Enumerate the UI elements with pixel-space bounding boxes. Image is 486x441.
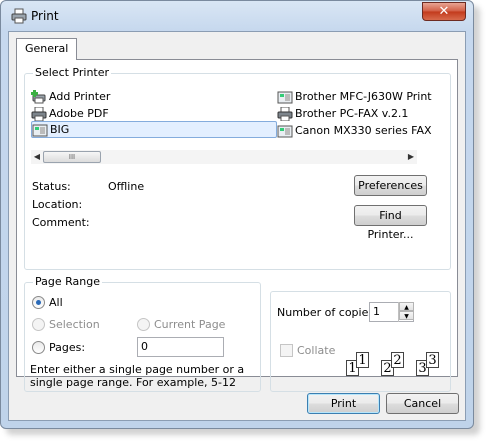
- page-range-title: Page Range: [33, 275, 102, 288]
- selection-label: Selection: [49, 318, 100, 331]
- dialog-client-area: General Select Printer Add Printer Adobe…: [8, 31, 466, 421]
- printer-item-canon-mx330-fax[interactable]: Canon MX330 series FAX: [277, 122, 432, 139]
- collate-page: 2: [391, 352, 404, 368]
- status-value: Offline: [108, 180, 145, 193]
- pages-radio[interactable]: [32, 341, 45, 354]
- printer-name: Canon MX330 series FAX: [295, 124, 432, 137]
- printer-list-scrollbar[interactable]: ◀ III ▶: [31, 150, 417, 164]
- spin-down-icon[interactable]: ▼: [399, 311, 414, 320]
- printer-name: BIG: [50, 123, 70, 136]
- printer-item-brother-mfc[interactable]: Brother MFC-J630W Print: [277, 88, 432, 105]
- find-printer-button[interactable]: Find Printer...: [354, 205, 427, 241]
- tab-general[interactable]: General: [16, 38, 78, 60]
- scroll-thumb[interactable]: III: [43, 151, 101, 163]
- location-label: Location:: [32, 198, 83, 211]
- print-dialog: Print ✕ General Select Printer Add Print: [0, 0, 474, 429]
- printer-name: Brother MFC-J630W Print: [295, 90, 432, 103]
- page-range-group: Page Range All Selection Current Page Pa…: [24, 275, 261, 392]
- collate-page: 1: [356, 352, 369, 368]
- all-radio[interactable]: [32, 296, 45, 309]
- printer-item-brother-pc-fax[interactable]: Brother PC-FAX v.2.1: [277, 105, 408, 122]
- current-page-radio[interactable]: [137, 318, 150, 331]
- copies-stepper[interactable]: ▲ ▼: [398, 302, 414, 322]
- cancel-button[interactable]: Cancel: [386, 393, 459, 414]
- status-label: Status:: [32, 180, 71, 193]
- all-label: All: [49, 296, 63, 309]
- add-printer-icon: [31, 89, 46, 103]
- window-title: Print: [31, 9, 59, 23]
- collate-label: Collate: [297, 344, 336, 357]
- page-range-hint: Enter either a single page number or a s…: [30, 363, 245, 389]
- printer-icon: [277, 106, 293, 121]
- pages-input[interactable]: 0: [137, 337, 224, 357]
- fax-icon: [32, 124, 48, 136]
- printer-name: Brother PC-FAX v.2.1: [295, 107, 409, 120]
- select-printer-group: Select Printer Add Printer Adobe PDF BIG…: [24, 66, 451, 270]
- printer-item-adobe-pdf[interactable]: Adobe PDF: [31, 105, 109, 122]
- select-printer-title: Select Printer: [33, 66, 112, 79]
- scroll-left-arrow-icon[interactable]: ◀: [31, 150, 43, 164]
- printer-icon: [31, 106, 47, 121]
- printer-name: Add Printer: [49, 90, 111, 103]
- spin-up-icon[interactable]: ▲: [399, 302, 414, 311]
- fax-icon: [277, 91, 293, 103]
- collate-illustration: 1 1 2 2 3 3: [346, 348, 446, 382]
- title-bar[interactable]: Print ✕: [1, 1, 473, 31]
- close-button[interactable]: ✕: [422, 2, 466, 21]
- printer-item-big[interactable]: BIG: [31, 121, 277, 138]
- preferences-button[interactable]: Preferences: [354, 175, 427, 196]
- scroll-right-arrow-icon[interactable]: ▶: [405, 150, 417, 164]
- current-page-label: Current Page: [154, 318, 226, 331]
- printer-list[interactable]: Add Printer Adobe PDF BIG Brother MFC-J6…: [31, 86, 435, 144]
- printer-name: Adobe PDF: [49, 107, 109, 120]
- general-tab-panel: Select Printer Add Printer Adobe PDF BIG…: [16, 59, 458, 392]
- printer-icon: [11, 8, 27, 24]
- number-of-copies-label: Number of copies:: [277, 306, 378, 319]
- printer-item-add-printer[interactable]: Add Printer: [31, 88, 110, 105]
- comment-label: Comment:: [32, 216, 90, 229]
- print-button[interactable]: Print: [307, 393, 380, 414]
- collate-page: 3: [426, 352, 439, 368]
- fax-icon: [277, 125, 293, 137]
- collate-checkbox[interactable]: [280, 344, 293, 357]
- copies-group: Number of copies: 1 ▲ ▼ Collate 1 1 2 2 …: [270, 291, 451, 392]
- selection-radio[interactable]: [32, 318, 45, 331]
- close-icon: ✕: [438, 4, 450, 19]
- pages-label: Pages:: [49, 341, 86, 354]
